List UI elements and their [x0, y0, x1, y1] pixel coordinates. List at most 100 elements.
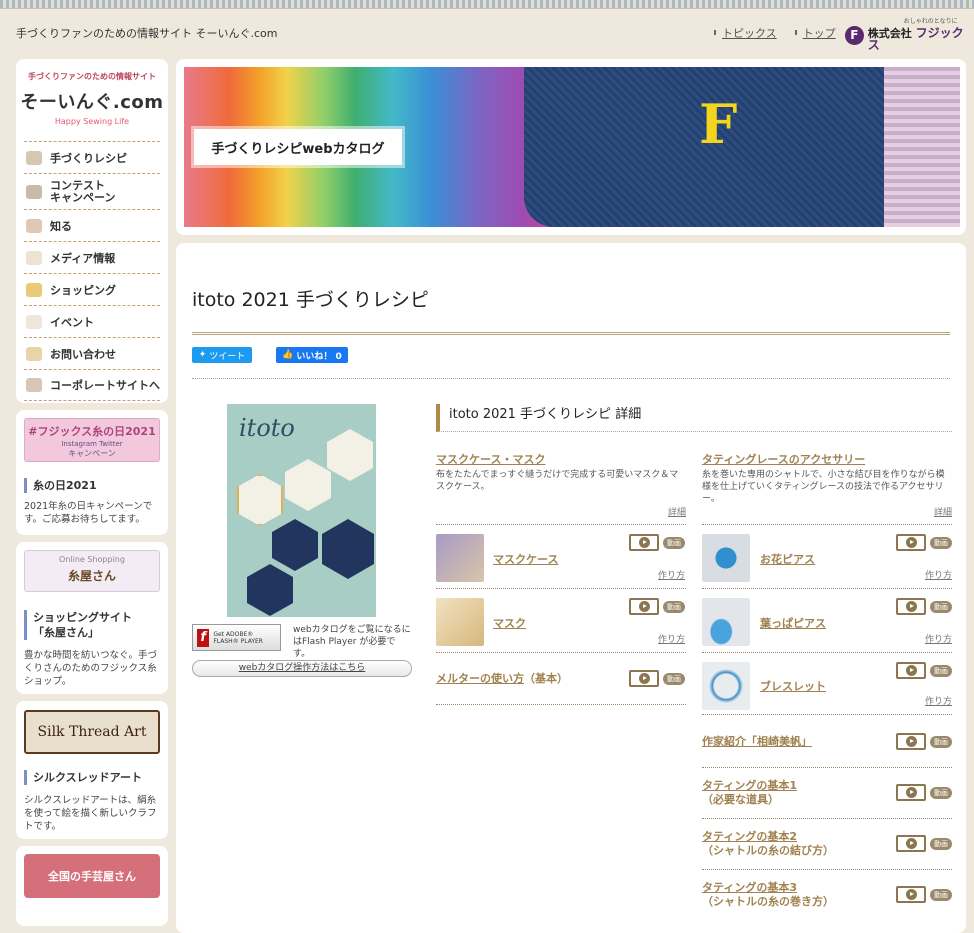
top-link[interactable]: トップ	[794, 25, 836, 41]
site-logo[interactable]: 手づくりファンのための情報サイト そーいんぐ.com Happy Sewing …	[16, 59, 168, 126]
howto-link[interactable]: 作り方	[658, 632, 685, 645]
separator	[436, 588, 686, 589]
howto-link[interactable]: 作り方	[925, 568, 952, 581]
play-video-button[interactable]	[629, 598, 659, 615]
artist-intro-link[interactable]: 作家紹介「相崎美帆」	[702, 735, 812, 749]
flash-icon: f	[197, 628, 210, 647]
sidebar-item-contest[interactable]: コンテスト キャンペーン	[24, 173, 160, 209]
sidebar-item-event[interactable]: イベント	[24, 305, 160, 337]
tatting-section-desc: 糸を巻いた専用のシャトルで、小さな結び目を作りながら模様を仕上げていくタティング…	[702, 470, 945, 504]
gingham-fabric-image	[884, 67, 960, 227]
sidebar-item-learn[interactable]: 知る	[24, 209, 160, 241]
promo-title[interactable]: シルクスレッドアート	[24, 770, 158, 785]
sidebar-item-recipe[interactable]: 手づくりレシピ	[24, 141, 160, 173]
play-video-button[interactable]	[896, 835, 926, 852]
separator	[436, 704, 686, 705]
tatting-basics-2-link[interactable]: タティングの基本2 （シャトルの糸の結び方）	[702, 830, 834, 858]
sidebar-item-media[interactable]: メディア情報	[24, 241, 160, 273]
separator	[702, 818, 952, 819]
video-badge: 動画	[930, 787, 952, 799]
play-video-button[interactable]	[896, 784, 926, 801]
catalog-cover[interactable]: itoto	[227, 404, 376, 617]
earring-navy-hex	[272, 519, 318, 571]
sidebar-item-label: コンテスト キャンペーン	[50, 178, 116, 204]
play-video-button[interactable]	[629, 670, 659, 687]
mask-case-link[interactable]: マスクケース	[493, 551, 558, 567]
promo-title[interactable]: 糸の日2021	[24, 478, 158, 493]
promo-text: シルクスレッドアートは、絹糸を使って絵を描く新しいクラフトです。	[24, 795, 157, 832]
banner-sub: Instagram Twitter	[61, 440, 123, 448]
sidebar-nav-panel: 手づくりファンのための情報サイト そーいんぐ.com Happy Sewing …	[16, 59, 168, 403]
flower-earring-thumbnail[interactable]	[702, 534, 750, 582]
play-icon	[905, 537, 917, 548]
sidebar-item-contact[interactable]: お問い合わせ	[24, 337, 160, 369]
melter-howto-link[interactable]: メルターの使い方（基本）	[436, 672, 568, 686]
howto-link[interactable]: 作り方	[658, 568, 685, 581]
play-video-button[interactable]	[896, 886, 926, 903]
howto-link[interactable]: 作り方	[925, 632, 952, 645]
shugeiya-banner[interactable]: 全国の手芸屋さん	[24, 854, 160, 898]
site-tagline: 手づくりファンのための情報サイト そーいんぐ.com	[16, 27, 278, 40]
promo-title[interactable]: ショッピングサイト 「糸屋さん」	[24, 610, 158, 640]
separator	[702, 714, 952, 715]
separator	[702, 869, 952, 870]
topics-link[interactable]: トピックス	[714, 25, 777, 41]
tatting-basics-3-link[interactable]: タティングの基本3 （シャトルの糸の巻き方）	[702, 881, 834, 909]
banner-title: Online Shopping	[59, 555, 125, 564]
book-icon	[26, 218, 42, 233]
twitter-bird-icon: ✦	[198, 350, 207, 360]
play-video-button[interactable]	[629, 534, 659, 551]
cloud-icon	[26, 314, 42, 329]
sidebar-item-label: イベント	[50, 315, 94, 329]
mask-section-desc: 布をたたんでまっすぐ縫うだけで完成する可愛いマスク＆マスクケース。	[436, 470, 679, 492]
play-video-button[interactable]	[896, 534, 926, 551]
play-icon	[905, 838, 917, 849]
banner-title: #フジックス糸の日2021	[28, 425, 156, 438]
leaf-earring-link[interactable]: 葉っぱピアス	[760, 615, 826, 631]
separator	[702, 767, 952, 768]
top-decoration-stripe	[0, 0, 974, 9]
video-badge: 動画	[930, 665, 952, 677]
tatting-detail-link[interactable]: 詳細	[934, 505, 952, 518]
howto-link[interactable]: 作り方	[925, 694, 952, 707]
promo-ito-no-hi: #フジックス糸の日2021 Instagram Twitter キャンペーン 糸…	[16, 410, 168, 535]
mask-section-title[interactable]: マスクケース・マスク	[436, 451, 545, 467]
play-video-button[interactable]	[896, 733, 926, 750]
embroidered-f-letter: F	[699, 92, 738, 156]
mask-thumbnail[interactable]	[436, 598, 484, 646]
mask-link[interactable]: マスク	[493, 615, 526, 631]
fujix-slogan: おしゃれのとなりに	[903, 18, 958, 25]
like-button[interactable]: 👍 いいね！ 0	[276, 347, 348, 363]
fujix-mark-icon: F	[845, 25, 864, 45]
ito-no-hi-banner[interactable]: #フジックス糸の日2021 Instagram Twitter キャンペーン	[24, 418, 160, 462]
bracelet-link[interactable]: ブレスレット	[760, 678, 826, 694]
mask-detail-link[interactable]: 詳細	[668, 505, 686, 518]
play-video-button[interactable]	[896, 662, 926, 679]
tweet-button[interactable]: ✦ ツイート	[192, 347, 252, 363]
sidebar-nav: 手づくりレシピ コンテスト キャンペーン 知る メディア情報 ショッピング イベン…	[24, 141, 160, 401]
fujix-logo[interactable]: F おしゃれのとなりに 株式会社 フジックス	[845, 19, 974, 51]
catalog-howto-button[interactable]: webカタログ操作方法はこちら	[192, 660, 412, 677]
flower-earring-link[interactable]: お花ピアス	[760, 551, 815, 567]
play-icon	[905, 889, 917, 900]
play-video-button[interactable]	[896, 598, 926, 615]
get-flash-player-badge[interactable]: f Get ADOBE® FLASH® PLAYER	[192, 624, 281, 651]
silk-thread-art-banner[interactable]: Silk Thread Art	[24, 710, 160, 754]
separator	[702, 524, 952, 525]
tatting-basics-1-link[interactable]: タティングの基本1 （必要な道具）	[702, 779, 797, 807]
detail-heading: itoto 2021 手づくりレシピ 詳細	[436, 404, 952, 432]
leaf-earring-thumbnail[interactable]	[702, 598, 750, 646]
itoya-banner[interactable]: Online Shopping 糸屋さん	[24, 550, 160, 592]
sidebar-item-shopping[interactable]: ショッピング	[24, 273, 160, 305]
catalog-title: itoto	[239, 414, 295, 442]
bracelet-thumbnail[interactable]	[702, 662, 750, 710]
share-divider	[192, 378, 950, 379]
tatting-section-title[interactable]: タティングレースのアクセサリー	[702, 451, 865, 467]
logo-tagline: 手づくりファンのための情報サイト	[28, 72, 156, 81]
mask-case-thumbnail[interactable]	[436, 534, 484, 582]
video-badge: 動画	[663, 537, 685, 549]
shirt-icon	[26, 250, 42, 265]
sidebar-item-corporate[interactable]: コーポレートサイトへ	[24, 369, 160, 401]
sidebar-item-label: 手づくりレシピ	[50, 151, 127, 165]
hero-banner: F 手づくりレシピwebカタログ	[184, 67, 960, 227]
